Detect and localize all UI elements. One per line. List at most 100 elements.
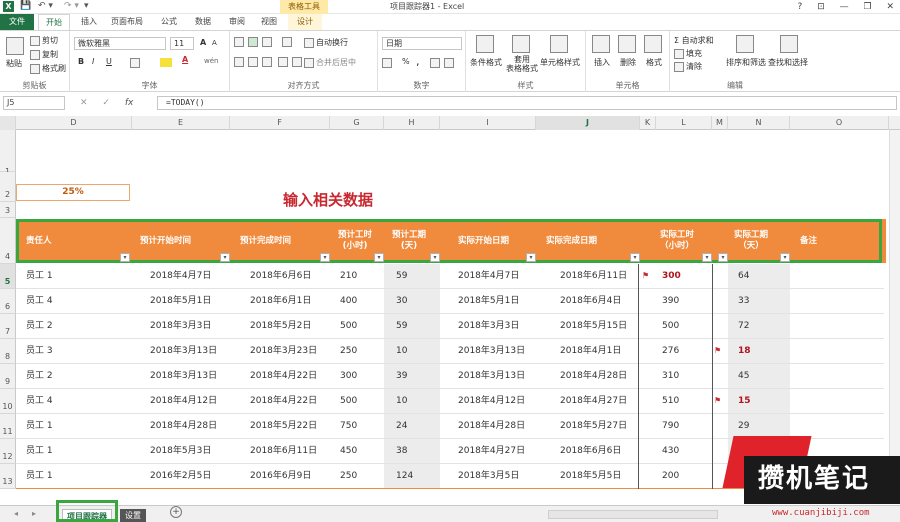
- paste-button[interactable]: 粘贴: [6, 58, 22, 69]
- row-header-11[interactable]: 11: [0, 414, 16, 439]
- sheet-tab-settings[interactable]: 设置: [120, 509, 146, 522]
- cell-pd[interactable]: 59: [396, 264, 407, 289]
- format-cells-icon[interactable]: [644, 35, 662, 53]
- cell-ah[interactable]: 276: [662, 339, 679, 364]
- tab-home[interactable]: 开始: [38, 14, 70, 30]
- percent-button[interactable]: %: [402, 57, 410, 66]
- cell-pd[interactable]: 10: [396, 339, 407, 364]
- col-header-l[interactable]: L: [656, 116, 712, 130]
- row-header-12[interactable]: 12: [0, 439, 16, 464]
- progress-percent[interactable]: 25%: [16, 184, 130, 201]
- copy-button[interactable]: 复制: [30, 49, 58, 60]
- orientation-icon[interactable]: [282, 37, 292, 47]
- find-select-button[interactable]: 查找和选择: [768, 57, 808, 68]
- cell-ae[interactable]: 2018年4月27日: [560, 389, 627, 414]
- align-bottom-icon[interactable]: [262, 37, 272, 47]
- cell-owner[interactable]: 员工 1: [26, 464, 53, 489]
- sort-filter-icon[interactable]: [736, 35, 754, 53]
- cell-styles-button[interactable]: 单元格样式: [540, 57, 580, 68]
- select-all-corner[interactable]: [0, 116, 16, 130]
- cell-pd[interactable]: 10: [396, 389, 407, 414]
- cell-pd[interactable]: 24: [396, 414, 407, 439]
- cell-ad[interactable]: 64: [738, 264, 749, 289]
- fx-icon[interactable]: fx: [125, 98, 134, 108]
- cell-owner[interactable]: 员工 1: [26, 414, 53, 439]
- filter-dropdown-icon[interactable]: ▾: [220, 253, 230, 262]
- cell-ae[interactable]: 2018年6月4日: [560, 289, 621, 314]
- conditional-format-button[interactable]: 条件格式: [470, 57, 502, 68]
- insert-cells-icon[interactable]: [592, 35, 610, 53]
- enter-icon[interactable]: ✓: [102, 98, 110, 108]
- cell-as[interactable]: 2018年5月1日: [458, 289, 519, 314]
- format-cells-button[interactable]: 格式: [646, 57, 662, 68]
- cell-pe[interactable]: 2018年6月6日: [250, 264, 311, 289]
- shrink-font-button[interactable]: A: [212, 39, 217, 47]
- cell-pd[interactable]: 39: [396, 364, 407, 389]
- cell-ph[interactable]: 500: [340, 389, 357, 414]
- tab-page-layout[interactable]: 页面布局: [106, 14, 148, 30]
- tab-insert[interactable]: 插入: [74, 14, 104, 30]
- tab-formulas[interactable]: 公式: [154, 14, 184, 30]
- decrease-decimal-icon[interactable]: [444, 58, 454, 68]
- cell-owner[interactable]: 员工 4: [26, 289, 53, 314]
- format-as-table-icon[interactable]: [512, 35, 530, 53]
- increase-indent-icon[interactable]: [292, 57, 302, 67]
- font-color-button[interactable]: A: [182, 55, 188, 64]
- tab-data[interactable]: 数据: [188, 14, 218, 30]
- paste-icon[interactable]: [6, 37, 24, 55]
- align-top-icon[interactable]: [234, 37, 244, 47]
- cell-ps[interactable]: 2018年4月28日: [150, 414, 217, 439]
- filter-dropdown-icon[interactable]: ▾: [718, 253, 728, 262]
- cell-pd[interactable]: 38: [396, 439, 407, 464]
- cell-pd[interactable]: 124: [396, 464, 413, 489]
- cell-as[interactable]: 2018年3月13日: [458, 364, 525, 389]
- align-middle-icon[interactable]: [248, 37, 258, 47]
- cell-ad[interactable]: 18: [738, 339, 751, 364]
- cell-owner[interactable]: 员工 1: [26, 264, 53, 289]
- row-header-10[interactable]: 10: [0, 389, 16, 414]
- cell-pe[interactable]: 2016年6月9日: [250, 464, 311, 489]
- cell-ph[interactable]: 250: [340, 339, 357, 364]
- tab-file[interactable]: 文件: [0, 14, 34, 30]
- find-select-icon[interactable]: [780, 35, 798, 53]
- close-icon[interactable]: ✕: [886, 2, 894, 12]
- tab-view[interactable]: 视图: [254, 14, 284, 30]
- cell-ph[interactable]: 400: [340, 289, 357, 314]
- cell-as[interactable]: 2018年4月27日: [458, 439, 525, 464]
- row-header-13[interactable]: 13: [0, 464, 16, 489]
- cell-as[interactable]: 2018年4月7日: [458, 264, 519, 289]
- cell-ae[interactable]: 2018年5月15日: [560, 314, 627, 339]
- cell-ae[interactable]: 2018年6月11日: [560, 264, 627, 289]
- cell-as[interactable]: 2018年4月28日: [458, 414, 525, 439]
- ribbon-display-icon[interactable]: ⊡: [817, 2, 825, 12]
- cell-ps[interactable]: 2018年3月3日: [150, 314, 211, 339]
- bold-button[interactable]: B: [78, 57, 84, 66]
- delete-cells-icon[interactable]: [618, 35, 636, 53]
- format-painter-button[interactable]: 格式刷: [30, 63, 66, 74]
- filter-dropdown-icon[interactable]: ▾: [374, 253, 384, 262]
- cell-ps[interactable]: 2018年3月13日: [150, 364, 217, 389]
- col-header-k[interactable]: K: [640, 116, 656, 130]
- sheet-heading[interactable]: 输入相关数据: [283, 189, 373, 210]
- cell-ph[interactable]: 210: [340, 264, 357, 289]
- cell-ae[interactable]: 2018年4月1日: [560, 339, 621, 364]
- col-header-o[interactable]: O: [790, 116, 889, 130]
- filter-dropdown-icon[interactable]: ▾: [120, 253, 130, 262]
- fill-color-icon[interactable]: [160, 58, 172, 67]
- next-sheet-icon[interactable]: ▸: [32, 509, 36, 518]
- phonetic-button[interactable]: wén: [204, 57, 218, 65]
- wrap-text-button[interactable]: 自动换行: [304, 37, 348, 48]
- filter-dropdown-icon[interactable]: ▾: [780, 253, 790, 262]
- increase-decimal-icon[interactable]: [430, 58, 440, 68]
- delete-cells-button[interactable]: 删除: [620, 57, 636, 68]
- tab-review[interactable]: 审阅: [222, 14, 252, 30]
- cell-ah[interactable]: 310: [662, 364, 679, 389]
- filter-dropdown-icon[interactable]: ▾: [702, 253, 712, 262]
- conditional-format-icon[interactable]: [476, 35, 494, 53]
- cell-ah[interactable]: 510: [662, 389, 679, 414]
- cell-ph[interactable]: 300: [340, 364, 357, 389]
- row-header-7[interactable]: 7: [0, 314, 16, 339]
- cell-ah[interactable]: 430: [662, 439, 679, 464]
- row-header-5[interactable]: 5: [0, 264, 16, 289]
- currency-icon[interactable]: [382, 58, 392, 68]
